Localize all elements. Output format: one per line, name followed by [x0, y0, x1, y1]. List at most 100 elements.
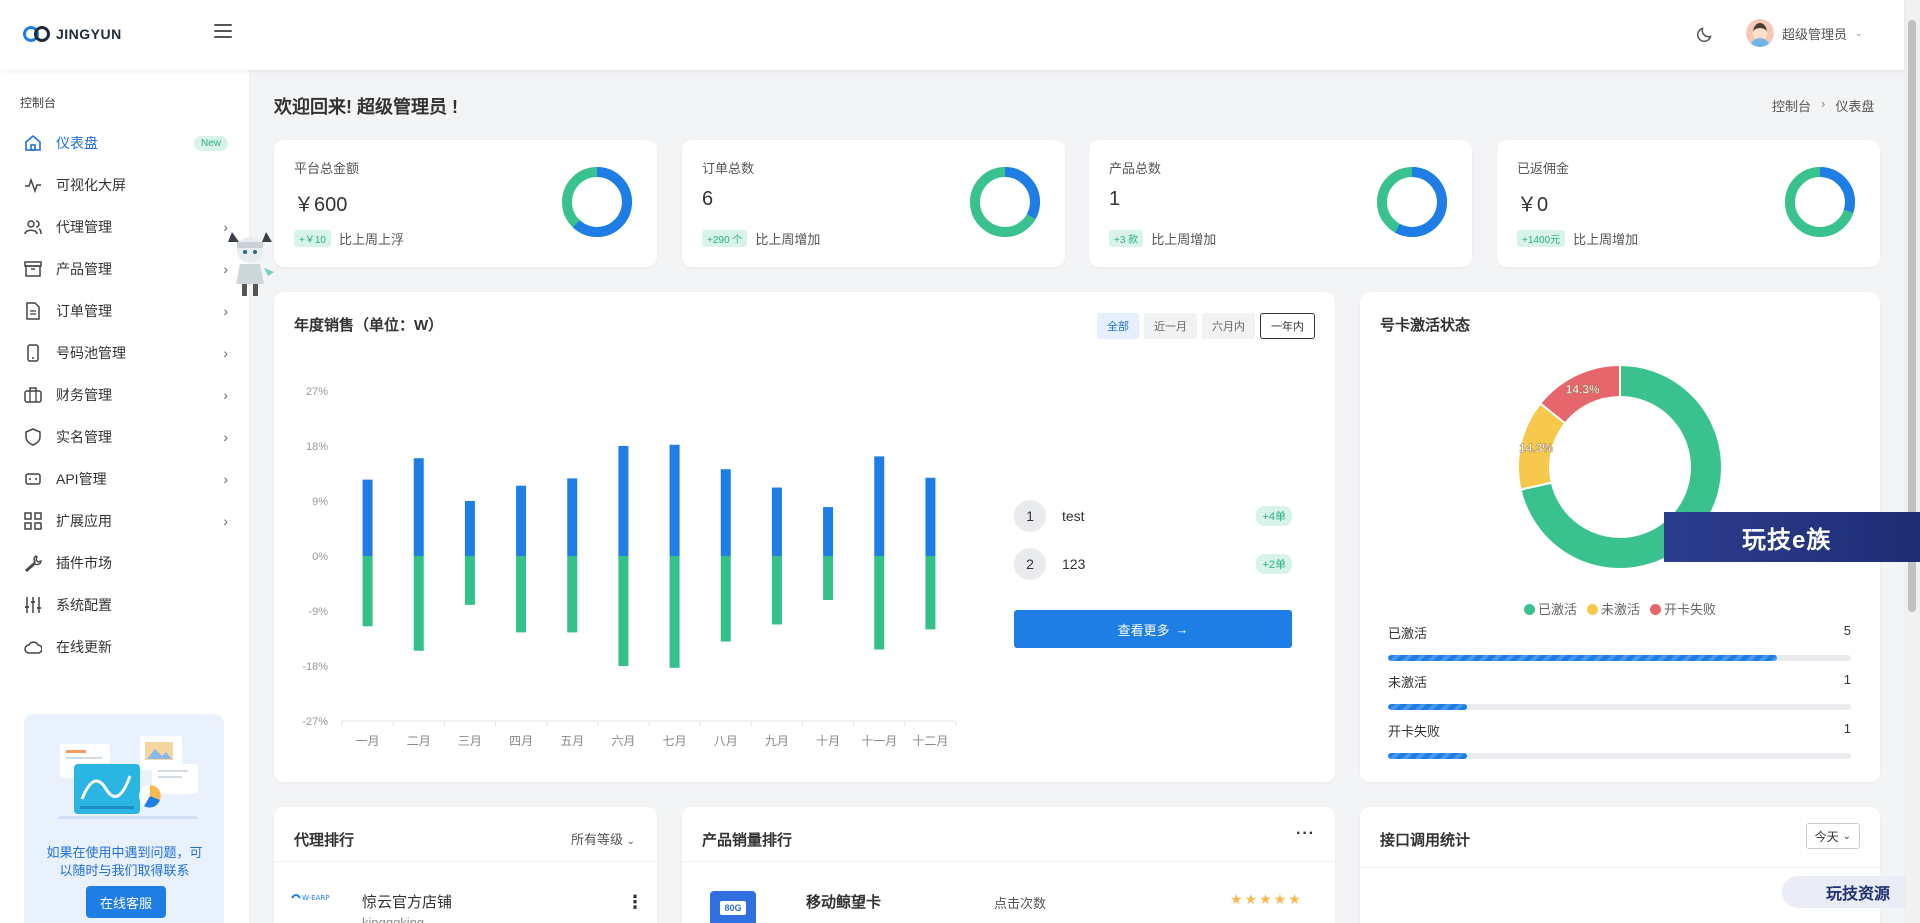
x-tick-label: 十二月: [912, 734, 948, 748]
sidebar: 控制台 仪表盘 New 可视化大屏 代理管理 › 产品管理 › 订单管理 › 号码池管理 › 财务管理…: [0, 70, 250, 923]
more-horizontal-icon[interactable]: ···: [1296, 825, 1315, 843]
sidebar-item[interactable]: 可视化大屏: [0, 164, 250, 206]
view-more-label: 查看更多: [1117, 622, 1170, 638]
agent-name[interactable]: 惊云官方店铺: [362, 891, 452, 912]
stat-title: 订单总数: [702, 161, 755, 176]
product-name[interactable]: 移动鲸望卡: [806, 891, 881, 912]
chevron-down-icon: ⌄: [1855, 27, 1863, 38]
user-menu[interactable]: 超级管理员 ⌄: [1746, 19, 1863, 47]
sidebar-item[interactable]: 仪表盘 New: [0, 122, 250, 164]
y-tick-label: -9%: [308, 606, 328, 618]
legend-label: 未激活: [1600, 602, 1640, 617]
progress-count: 5: [1843, 623, 1851, 638]
bar-negative: [464, 556, 475, 605]
y-tick-label: -27%: [302, 716, 328, 728]
rank-name: test: [1062, 508, 1085, 524]
x-tick-label: 七月: [663, 734, 687, 748]
bar-negative: [567, 556, 578, 633]
rank-badge: +4单: [1256, 506, 1292, 526]
sidebar-item[interactable]: 在线更新: [0, 626, 250, 668]
chevron-right-icon: ›: [223, 303, 228, 319]
bar-negative: [771, 556, 782, 625]
shop-logo-icon: W-EARP: [291, 894, 329, 902]
progress-fill: [1388, 753, 1467, 759]
cloud-logo-icon: [23, 26, 50, 42]
chevron-right-icon: ›: [223, 387, 228, 403]
help-text: 如果在使用中遇到问题，可以随时与我们取得联系: [46, 845, 203, 878]
stat-change-badge: +3 款: [1109, 230, 1144, 247]
sidebar-item[interactable]: 系统配置: [0, 584, 250, 626]
range-year-button[interactable]: 一年内: [1260, 313, 1315, 339]
breadcrumb: 控制台 › 仪表盘: [1772, 96, 1874, 115]
api-stats-title: 接口调用统计: [1380, 832, 1471, 849]
avatar: [1746, 19, 1774, 47]
sidebar-item-label: 扩展应用: [56, 513, 112, 529]
time-range-label: 今天: [1814, 829, 1839, 844]
legend-item-failed[interactable]: 开卡失败: [1650, 599, 1716, 618]
stat-title: 平台总金额: [294, 161, 360, 176]
activation-progress-row: 未激活 1: [1388, 672, 1851, 710]
time-range-select[interactable]: 今天 ⌄: [1805, 823, 1860, 849]
users-icon: [24, 218, 42, 236]
chevron-down-icon: ⌄: [626, 836, 635, 847]
level-filter-select[interactable]: 所有等级 ⌄: [571, 829, 635, 848]
mascot-character-icon[interactable]: [224, 228, 276, 298]
ranking-row[interactable]: 2 123 +2单: [1014, 540, 1292, 588]
bar-positive: [874, 456, 885, 556]
product-ranking-title: 产品销量排行: [702, 832, 793, 849]
page-scrollbar[interactable]: [1904, 0, 1920, 923]
sidebar-item[interactable]: 插件市场: [0, 542, 250, 584]
menu-toggle-icon[interactable]: [214, 24, 232, 40]
bar-positive: [925, 477, 936, 556]
online-support-button[interactable]: 在线客服: [86, 886, 166, 918]
x-tick-label: 一月: [356, 734, 380, 748]
product-thumbnail-text: 80G: [720, 901, 746, 915]
ranking-row[interactable]: 1 test +4单: [1014, 492, 1292, 540]
agent-ranking-card: 代理排行 所有等级 ⌄ W-EARP 惊云官方店铺 kingqqking ⋮: [274, 807, 657, 923]
sidebar-item[interactable]: 产品管理 ›: [0, 248, 250, 290]
sidebar-item[interactable]: 扩展应用 ›: [0, 500, 250, 542]
progress-count: 1: [1843, 721, 1851, 736]
legend-item-activated[interactable]: 已激活: [1523, 599, 1577, 618]
progress-fill: [1388, 655, 1777, 661]
stat-footer: +1400元 比上周增加: [1517, 229, 1638, 248]
breadcrumb-item-console[interactable]: 控制台: [1772, 96, 1811, 115]
help-card: 如果在使用中遇到问题，可以随时与我们取得联系 在线客服: [24, 714, 224, 923]
view-more-button[interactable]: 查看更多 →: [1014, 610, 1292, 648]
logo[interactable]: JINGYUN: [22, 24, 122, 44]
stat-change-badge: +290 个: [702, 230, 748, 247]
level-filter-label: 所有等级: [570, 832, 623, 847]
divider: [1360, 867, 1880, 868]
new-badge: New: [193, 135, 228, 151]
range-all-button[interactable]: 全部: [1097, 313, 1139, 339]
rank-name: 123: [1062, 556, 1086, 572]
sidebar-item[interactable]: API管理 ›: [0, 458, 250, 500]
stat-change-note: 比上周上浮: [338, 232, 404, 247]
sidebar-item[interactable]: 号码池管理 ›: [0, 332, 250, 374]
x-tick-label: 九月: [765, 734, 789, 748]
sidebar-item-label: 可视化大屏: [56, 177, 126, 193]
sidebar-item[interactable]: 订单管理 ›: [0, 290, 250, 332]
stat-card: 平台总金额 ￥600 +￥10 比上周上浮: [274, 140, 657, 267]
top-header: JINGYUN 超级管理员 ⌄: [0, 0, 1904, 70]
x-tick-label: 三月: [458, 734, 482, 748]
stat-footer: +￥10 比上周上浮: [294, 229, 404, 248]
sidebar-item[interactable]: 代理管理 ›: [0, 206, 250, 248]
stat-footer: +3 款比上周增加: [1109, 229, 1216, 248]
sidebar-item[interactable]: 财务管理 ›: [0, 374, 250, 416]
phone-icon: [24, 344, 42, 362]
dark-mode-icon[interactable]: [1696, 25, 1714, 43]
bar-negative: [618, 556, 629, 666]
more-vertical-icon[interactable]: ⋮: [626, 893, 644, 911]
range-6month-button[interactable]: 六月内: [1202, 313, 1255, 339]
sidebar-item[interactable]: 实名管理 ›: [0, 416, 250, 458]
bar-positive: [669, 444, 680, 556]
stat-value: 6: [702, 188, 714, 210]
progress-fill: [1388, 704, 1467, 710]
stat-footer: +290 个比上周增加: [702, 229, 820, 248]
activation-legend: 已激活 未激活 开卡失败: [1360, 599, 1880, 618]
divider: [274, 861, 657, 862]
range-month-button[interactable]: 近一月: [1144, 313, 1197, 339]
logo-text: JINGYUN: [56, 26, 122, 42]
legend-item-inactive[interactable]: 未激活: [1586, 599, 1640, 618]
